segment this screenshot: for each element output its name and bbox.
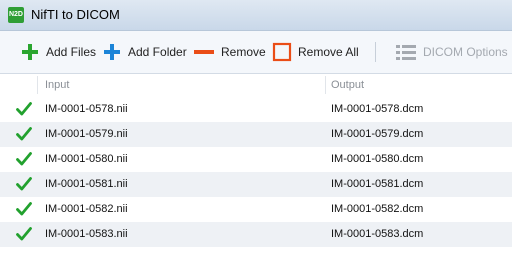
output-filename: IM-0001-0578.dcm — [331, 103, 424, 115]
plus-icon — [22, 44, 38, 60]
output-column-header[interactable]: Output — [331, 79, 364, 91]
title-bar[interactable]: N2D NifTI to DICOM — [0, 0, 512, 31]
app-icon: N2D — [8, 7, 24, 23]
output-filename: IM-0001-0579.dcm — [331, 128, 424, 140]
input-filename: IM-0001-0583.nii — [45, 228, 128, 240]
remove-label: Remove — [221, 45, 266, 59]
list-item[interactable]: IM-0001-0580.nii IM-0001-0580.dcm — [0, 147, 512, 172]
output-filename: IM-0001-0582.dcm — [331, 203, 424, 215]
checkmark-icon — [16, 227, 32, 241]
input-filename: IM-0001-0578.nii — [45, 103, 128, 115]
dicom-options-label: DICOM Options — [423, 45, 508, 59]
list-item[interactable]: IM-0001-0583.nii IM-0001-0583.dcm — [0, 222, 512, 247]
remove-button[interactable]: Remove — [193, 41, 266, 63]
list-item[interactable]: IM-0001-0582.nii IM-0001-0582.dcm — [0, 197, 512, 222]
add-folder-button[interactable]: Add Folder — [102, 41, 187, 63]
column-divider — [325, 76, 326, 94]
checkmark-icon — [16, 152, 32, 166]
input-filename: IM-0001-0580.nii — [45, 153, 128, 165]
add-folder-label: Add Folder — [128, 45, 187, 59]
output-filename: IM-0001-0580.dcm — [331, 153, 424, 165]
output-filename: IM-0001-0583.dcm — [331, 228, 424, 240]
checkmark-icon — [16, 102, 32, 116]
input-filename: IM-0001-0582.nii — [45, 203, 128, 215]
app-window: N2D NifTI to DICOM Add Files Add Folder … — [0, 0, 512, 256]
add-files-button[interactable]: Add Files — [20, 41, 96, 63]
minus-icon — [194, 50, 214, 54]
list-item[interactable]: IM-0001-0578.nii IM-0001-0578.dcm — [0, 97, 512, 122]
dicom-options-button[interactable]: DICOM Options — [395, 41, 508, 63]
checkmark-icon — [16, 202, 32, 216]
window-title: NifTI to DICOM — [31, 7, 120, 22]
input-filename: IM-0001-0579.nii — [45, 128, 128, 140]
remove-all-label: Remove All — [298, 45, 359, 59]
plus-icon — [104, 44, 120, 60]
checkmark-icon — [16, 177, 32, 191]
output-filename: IM-0001-0581.dcm — [331, 178, 424, 190]
list-header: Input Output — [0, 74, 512, 96]
square-icon — [272, 42, 292, 62]
input-filename: IM-0001-0581.nii — [45, 178, 128, 190]
remove-all-button[interactable]: Remove All — [272, 41, 359, 63]
list-item[interactable]: IM-0001-0581.nii IM-0001-0581.dcm — [0, 172, 512, 197]
checkmark-icon — [16, 127, 32, 141]
options-list-icon — [396, 45, 416, 60]
column-divider — [37, 76, 38, 94]
toolbar: Add Files Add Folder Remove Remove All D… — [0, 31, 512, 74]
toolbar-separator — [375, 42, 376, 62]
list-item[interactable]: IM-0001-0579.nii IM-0001-0579.dcm — [0, 122, 512, 147]
add-files-label: Add Files — [46, 45, 97, 59]
input-column-header[interactable]: Input — [45, 79, 69, 91]
